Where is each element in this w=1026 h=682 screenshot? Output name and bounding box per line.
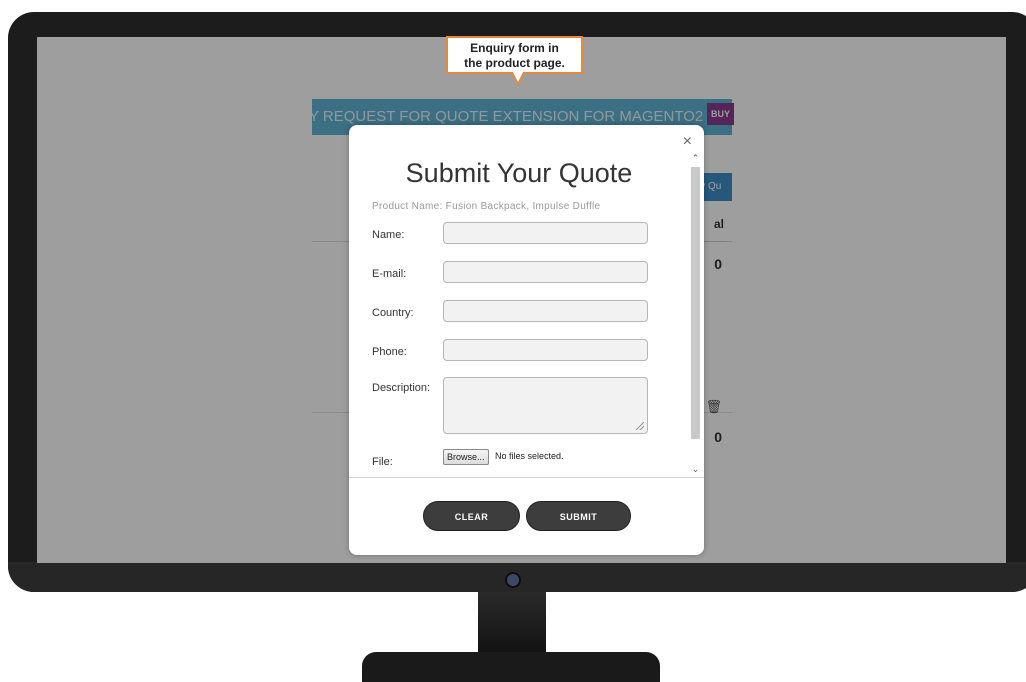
modal-scrollbar[interactable]: ⌃ ⌄ [690,153,701,475]
callout-pointer-inner [513,72,523,82]
modal-scroll-area: Submit Your Quote Product Name: Fusion B… [349,125,704,477]
monitor-stand-neck [478,592,546,657]
scrollbar-thumb[interactable] [691,167,700,439]
phone-label: Phone: [372,346,407,358]
browse-button[interactable]: Browse... [443,449,489,465]
file-status: No files selected. [495,451,564,461]
close-icon[interactable]: × [683,133,692,151]
email-label: E-mail: [372,268,407,280]
clear-button[interactable]: CLEAR [423,501,520,531]
country-field[interactable] [443,300,648,322]
product-name: Product Name: Fusion Backpack, Impulse D… [372,201,601,212]
description-label: Description: [372,382,431,394]
country-label: Country: [372,307,414,319]
footer-divider [349,477,704,478]
email-field[interactable] [443,261,648,283]
file-label: File: [372,456,393,468]
submit-button[interactable]: SUBMIT [526,501,631,531]
screen: Y REQUEST FOR QUOTE EXTENSION FOR MAGENT… [37,37,1006,563]
monitor-stand-base [362,652,660,682]
modal-title: Submit Your Quote [405,158,633,188]
description-field[interactable] [443,377,648,434]
quote-modal: Submit Your Quote Product Name: Fusion B… [349,125,704,555]
name-label: Name: [372,229,405,241]
camera-icon [505,572,521,588]
chevron-down-icon[interactable]: ⌄ [690,464,701,475]
phone-field[interactable] [443,339,648,361]
annotation-callout: Enquiry form in the product page. [446,36,583,74]
name-field[interactable] [443,222,648,244]
callout-line-1: Enquiry form in [470,41,559,55]
resize-handle-icon[interactable] [636,422,644,430]
callout-line-2: the product page. [464,56,565,70]
chevron-up-icon[interactable]: ⌃ [690,153,701,164]
